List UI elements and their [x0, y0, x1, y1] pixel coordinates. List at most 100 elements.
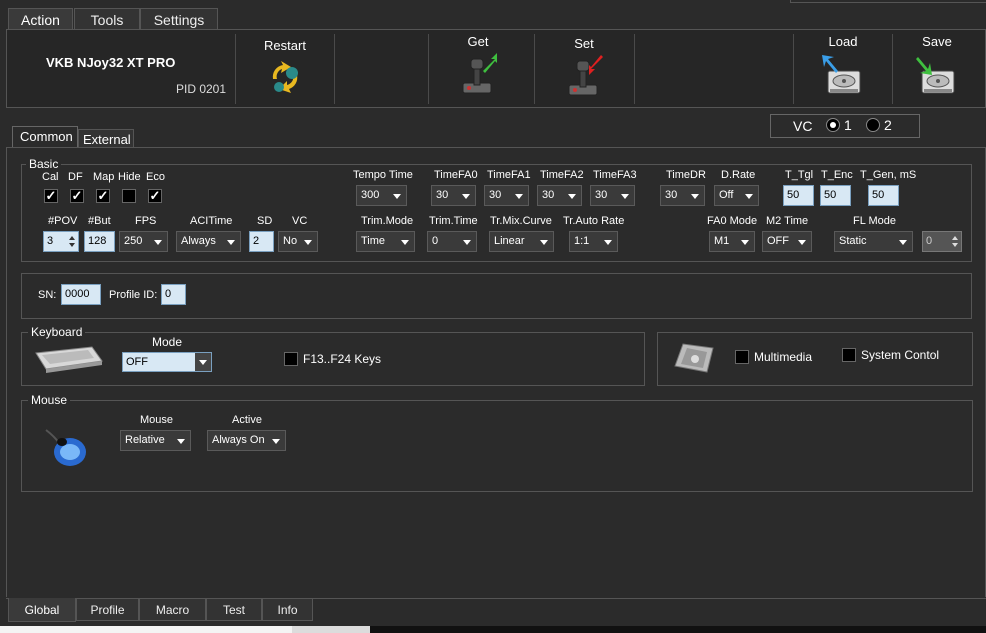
sn-label: SN:	[38, 289, 57, 301]
tab-common[interactable]: Common	[12, 126, 78, 148]
mouse-type-select[interactable]: Relative	[120, 430, 191, 451]
fl-value-stepper[interactable]: 0	[922, 231, 962, 252]
t-tgl-input[interactable]: 50	[783, 185, 814, 206]
f13-f24-label: F13..F24 Keys	[303, 352, 382, 366]
multimedia-keyboard-icon	[674, 343, 714, 373]
spin-down-icon[interactable]	[69, 243, 75, 247]
get-button[interactable]: Get	[448, 34, 508, 100]
tab-profile[interactable]: Profile	[76, 599, 139, 621]
window-frame-edge	[790, 0, 986, 3]
timefa2-select[interactable]: 30	[537, 185, 582, 206]
trim-mode-select[interactable]: Time	[356, 231, 415, 252]
hide-label: Hide	[118, 171, 141, 183]
fl-mode-label: FL Mode	[853, 215, 897, 227]
vc-radio-2[interactable]	[866, 118, 880, 132]
m2-time-label: M2 Time	[766, 215, 809, 227]
timefa1-value: 30	[489, 189, 502, 201]
map-checkbox[interactable]: ✓	[96, 189, 110, 203]
timedr-label: TimeDR	[666, 169, 706, 181]
spin-up-icon[interactable]	[69, 236, 75, 240]
status-strip-segment	[292, 626, 370, 633]
tab-tools[interactable]: Tools	[74, 8, 140, 30]
pov-stepper[interactable]: 3	[43, 231, 79, 252]
spin-down-icon[interactable]	[952, 243, 958, 247]
timefa1-select[interactable]: 30	[484, 185, 529, 206]
disk-save-icon	[916, 57, 955, 94]
vc-radio-2-label: 2	[884, 117, 892, 133]
tr-auto-rate-select[interactable]: 1:1	[569, 231, 618, 252]
tab-settings[interactable]: Settings	[140, 8, 218, 30]
joystick-set-icon	[568, 55, 603, 96]
chevron-down-icon	[177, 439, 185, 444]
tab-external[interactable]: External	[78, 129, 134, 148]
t-gen-input[interactable]: 50	[868, 185, 899, 206]
tempo-time-select[interactable]: 300	[356, 185, 407, 206]
load-button[interactable]: Load	[813, 34, 873, 100]
set-button[interactable]: Set	[554, 36, 614, 102]
profile-id-input[interactable]: 0	[161, 284, 186, 305]
pov-value: 3	[47, 235, 54, 247]
timefa3-select[interactable]: 30	[590, 185, 635, 206]
keyboard-mode-select[interactable]: OFF	[122, 352, 212, 372]
chevron-down-icon	[899, 240, 907, 245]
mouse-active-value: Always On	[212, 434, 265, 446]
system-control-label: System Contol	[861, 348, 940, 362]
mouse-icon	[45, 429, 86, 466]
spin-up-icon[interactable]	[952, 236, 958, 240]
sn-input[interactable]: 0000	[61, 284, 101, 305]
but-label: #But	[88, 215, 111, 227]
df-checkbox[interactable]: ✓	[70, 189, 84, 203]
timefa0-value: 30	[436, 189, 449, 201]
trim-mode-value: Time	[361, 235, 386, 247]
timedr-select[interactable]: 30	[660, 185, 705, 206]
vc-value: No	[283, 235, 298, 247]
chevron-down-icon	[745, 194, 753, 199]
mouse-active-select[interactable]: Always On	[207, 430, 286, 451]
multimedia-checkbox[interactable]	[735, 350, 749, 364]
t-enc-input[interactable]: 50	[820, 185, 851, 206]
save-button[interactable]: Save	[907, 34, 967, 100]
fps-select[interactable]: 250	[119, 231, 168, 252]
but-input[interactable]: 128	[84, 231, 115, 252]
m2-time-select[interactable]: OFF	[762, 231, 812, 252]
tab-test[interactable]: Test	[206, 599, 262, 621]
basic-title: Basic	[26, 157, 62, 171]
set-label: Set	[574, 36, 594, 51]
tab-action[interactable]: Action	[8, 8, 73, 30]
drate-label: D.Rate	[721, 169, 756, 181]
fl-value: 0	[926, 235, 933, 247]
drate-value: Off	[719, 189, 734, 201]
fl-mode-select[interactable]: Static	[834, 231, 913, 252]
keyboard-icon	[35, 346, 103, 373]
df-label: DF	[68, 171, 83, 183]
tr-mix-curve-select[interactable]: Linear	[489, 231, 554, 252]
f13-f24-checkbox[interactable]	[284, 352, 298, 366]
vc-select[interactable]: No	[278, 231, 318, 252]
cal-checkbox[interactable]: ✓	[44, 189, 58, 203]
sd-input[interactable]: 2	[249, 231, 274, 252]
tab-macro[interactable]: Macro	[139, 599, 206, 621]
tab-info[interactable]: Info	[262, 599, 313, 621]
vc-radio-1[interactable]	[826, 118, 840, 132]
hide-checkbox[interactable]	[122, 189, 136, 203]
system-control-checkbox[interactable]	[842, 348, 856, 362]
eco-checkbox[interactable]: ✓	[148, 189, 162, 203]
acitime-select[interactable]: Always	[176, 231, 241, 252]
tab-global[interactable]: Global	[8, 598, 76, 622]
drate-select[interactable]: Off	[714, 185, 759, 206]
chevron-down-icon	[604, 240, 612, 245]
toolbar-divider	[534, 34, 535, 104]
timefa0-select[interactable]: 30	[431, 185, 476, 206]
dropdown-button[interactable]	[195, 353, 211, 371]
restart-button[interactable]: Restart	[250, 38, 320, 100]
load-label: Load	[828, 34, 858, 49]
vc-label: VC	[292, 215, 308, 227]
fps-label: FPS	[135, 215, 157, 227]
trim-time-select[interactable]: 0	[427, 231, 477, 252]
chevron-down-icon	[401, 240, 409, 245]
chevron-down-icon	[272, 439, 280, 444]
chevron-down-icon	[798, 240, 806, 245]
toolbar-divider	[428, 34, 429, 104]
fa0-mode-select[interactable]: M1	[709, 231, 755, 252]
tempo-time-label: Tempo Time	[353, 169, 413, 181]
